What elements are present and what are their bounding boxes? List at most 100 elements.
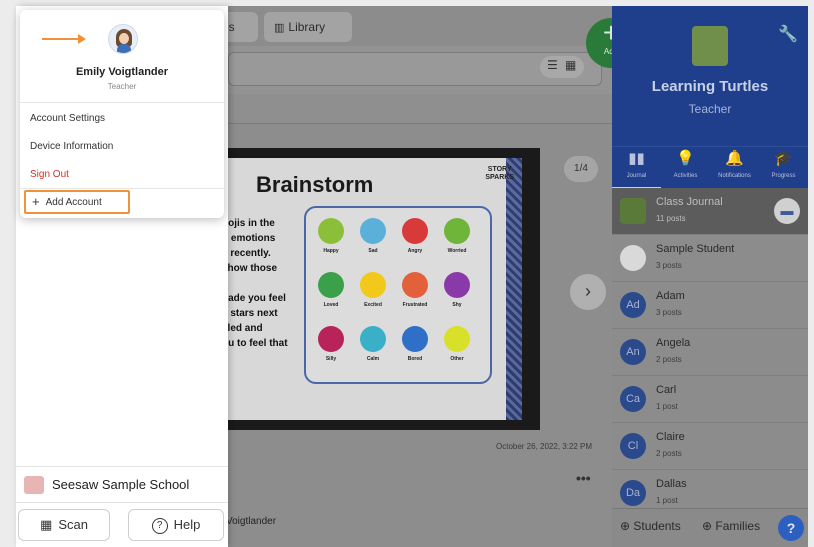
post-text-line: ou to feel that bbox=[222, 338, 288, 349]
add-account-button[interactable]: + Add Account bbox=[24, 190, 130, 214]
emotion-face-icon bbox=[318, 326, 344, 352]
emotion-face-icon bbox=[360, 272, 386, 298]
avatar: Cl bbox=[620, 433, 646, 459]
tab-library[interactable]: ▥ Library bbox=[264, 12, 352, 42]
emotion-label: Other bbox=[450, 356, 464, 362]
class-footer: ⊕ Students ⊕ Families ? bbox=[612, 508, 808, 547]
row-post-count: 1 post bbox=[656, 496, 678, 505]
avatar: An bbox=[620, 339, 646, 365]
emotion-face-icon bbox=[402, 272, 428, 298]
add-students-button[interactable]: ⊕ Students bbox=[620, 519, 681, 533]
more-options-button[interactable]: ••• bbox=[576, 470, 591, 486]
divider bbox=[20, 102, 224, 103]
post-author: Voigtlander bbox=[226, 516, 277, 527]
class-avatar-icon bbox=[692, 26, 728, 66]
row-post-count: 1 post bbox=[656, 402, 678, 411]
library-icon: ▥ bbox=[274, 22, 285, 34]
emotion-face-icon bbox=[360, 218, 386, 244]
row-post-count: 3 posts bbox=[656, 261, 682, 270]
class-tabs: ▮▮ Journal 💡 Activities 🔔 Notifications 🎓 Progr… bbox=[612, 146, 808, 189]
activities-icon: 💡 bbox=[676, 150, 695, 167]
wrench-icon[interactable]: 🔧 bbox=[778, 24, 798, 44]
student-row[interactable]: Sample Student 3 posts bbox=[612, 235, 808, 282]
emotion-label: Happy bbox=[323, 248, 339, 254]
scan-button[interactable]: ▦ Scan bbox=[18, 509, 110, 541]
emotion-face-icon bbox=[318, 272, 344, 298]
row-name: Adam bbox=[656, 290, 685, 302]
add-account-label: Add Account bbox=[45, 197, 102, 208]
post-text-line bbox=[222, 276, 302, 291]
list-view-icon[interactable]: ☰ bbox=[547, 58, 558, 72]
help-icon[interactable]: ? bbox=[778, 515, 804, 541]
story-sparks-logo: STORY SPARKS bbox=[485, 166, 514, 181]
folder-icon[interactable]: ▬ bbox=[774, 198, 800, 224]
row-post-count: 3 posts bbox=[656, 308, 682, 317]
student-row[interactable]: Cl Claire 2 posts bbox=[612, 423, 808, 470]
class-panel: 🔧 Learning Turtles Teacher ▮▮ Journal 💡 Act… bbox=[612, 6, 808, 547]
emotion-label: Worried bbox=[447, 248, 467, 254]
emotion-face-icon bbox=[402, 326, 428, 352]
post-image[interactable]: Brainstorm nojis in the h emotions y recen… bbox=[212, 148, 540, 430]
emotion-face-icon bbox=[360, 326, 386, 352]
row-name: Class Journal bbox=[656, 196, 723, 208]
post-text-line: nade you feel bbox=[222, 293, 286, 304]
row-post-count: 2 posts bbox=[656, 355, 682, 364]
student-row[interactable]: Ca Carl 1 post bbox=[612, 376, 808, 423]
student-list: Class Journal 11 posts ▬ Sample Student 3 po… bbox=[612, 188, 808, 517]
tab-label: Journal bbox=[626, 173, 647, 179]
help-button[interactable]: ? Help bbox=[128, 509, 224, 541]
post-slide: Brainstorm nojis in the h emotions y recen… bbox=[222, 158, 522, 420]
emotion-face-icon bbox=[444, 272, 470, 298]
row-name: Dallas bbox=[656, 478, 687, 490]
post-text-line: nojis in the bbox=[222, 218, 275, 229]
families-label: Families bbox=[715, 519, 761, 533]
row-name: Angela bbox=[656, 337, 691, 349]
drawer-actions: ▦ Scan ? Help bbox=[16, 502, 228, 547]
add-families-button[interactable]: ⊕ Families bbox=[702, 519, 760, 533]
emotion-label: Silly bbox=[325, 356, 337, 362]
post-instructions: nojis in the h emotions y recently. show th… bbox=[222, 216, 302, 351]
post-text-line: h emotions bbox=[222, 233, 276, 244]
calendar-icon[interactable]: ▦ bbox=[565, 58, 576, 72]
emotion-face-icon bbox=[318, 218, 344, 244]
tab-progress[interactable]: 🎓 Progress bbox=[759, 147, 808, 189]
row-name: Claire bbox=[656, 431, 685, 443]
page-counter: 1/4 bbox=[564, 156, 598, 182]
post-text-line: cled and bbox=[222, 323, 263, 334]
decorative-border bbox=[506, 158, 522, 420]
tab-notifications[interactable]: 🔔 Notifications bbox=[710, 147, 759, 189]
post-text-line: y recently. bbox=[222, 248, 271, 259]
student-row[interactable]: Ad Adam 3 posts bbox=[612, 282, 808, 329]
row-name: Sample Student bbox=[656, 243, 735, 255]
sign-out-item[interactable]: Sign Out bbox=[30, 169, 69, 180]
avatar: Ca bbox=[620, 386, 646, 412]
tab-journal[interactable]: ▮▮ Journal bbox=[612, 147, 661, 189]
student-row[interactable]: An Angela 2 posts bbox=[612, 329, 808, 376]
device-information-item[interactable]: Device Information bbox=[30, 141, 113, 152]
class-name: Learning Turtles bbox=[651, 78, 769, 95]
journal-icon: ▮▮ bbox=[628, 150, 645, 167]
tab-activities[interactable]: 💡 Activities bbox=[661, 147, 710, 189]
class-header: 🔧 Learning Turtles Teacher bbox=[612, 6, 808, 146]
account-settings-item[interactable]: Account Settings bbox=[30, 113, 105, 124]
view-toggle[interactable]: ☰ ▦ bbox=[540, 56, 584, 78]
school-name: Seesaw Sample School bbox=[52, 477, 190, 492]
tab-label: Activities bbox=[673, 173, 698, 179]
next-page-button[interactable]: › bbox=[570, 274, 606, 310]
emotion-face-icon bbox=[444, 218, 470, 244]
progress-icon: 🎓 bbox=[774, 150, 793, 167]
notifications-icon: 🔔 bbox=[725, 150, 744, 167]
user-name: Emily Voigtlander bbox=[75, 66, 169, 78]
school-switcher[interactable]: Seesaw Sample School bbox=[16, 466, 228, 502]
scan-label: Scan bbox=[58, 517, 88, 532]
tab-label: Progress bbox=[771, 173, 796, 179]
class-journal-row[interactable]: Class Journal 11 posts ▬ bbox=[612, 188, 808, 235]
row-post-count: 2 posts bbox=[656, 449, 682, 458]
user-role: Teacher bbox=[107, 82, 137, 91]
account-menu: Emily Voigtlander Teacher Account Settin… bbox=[20, 10, 224, 218]
emotion-label: Frustrated bbox=[402, 302, 428, 308]
emotion-label: Calm bbox=[366, 356, 380, 362]
post-text-line: show those bbox=[222, 263, 278, 274]
row-post-count: 11 posts bbox=[656, 214, 686, 223]
qr-code-icon: ▦ bbox=[40, 517, 53, 532]
